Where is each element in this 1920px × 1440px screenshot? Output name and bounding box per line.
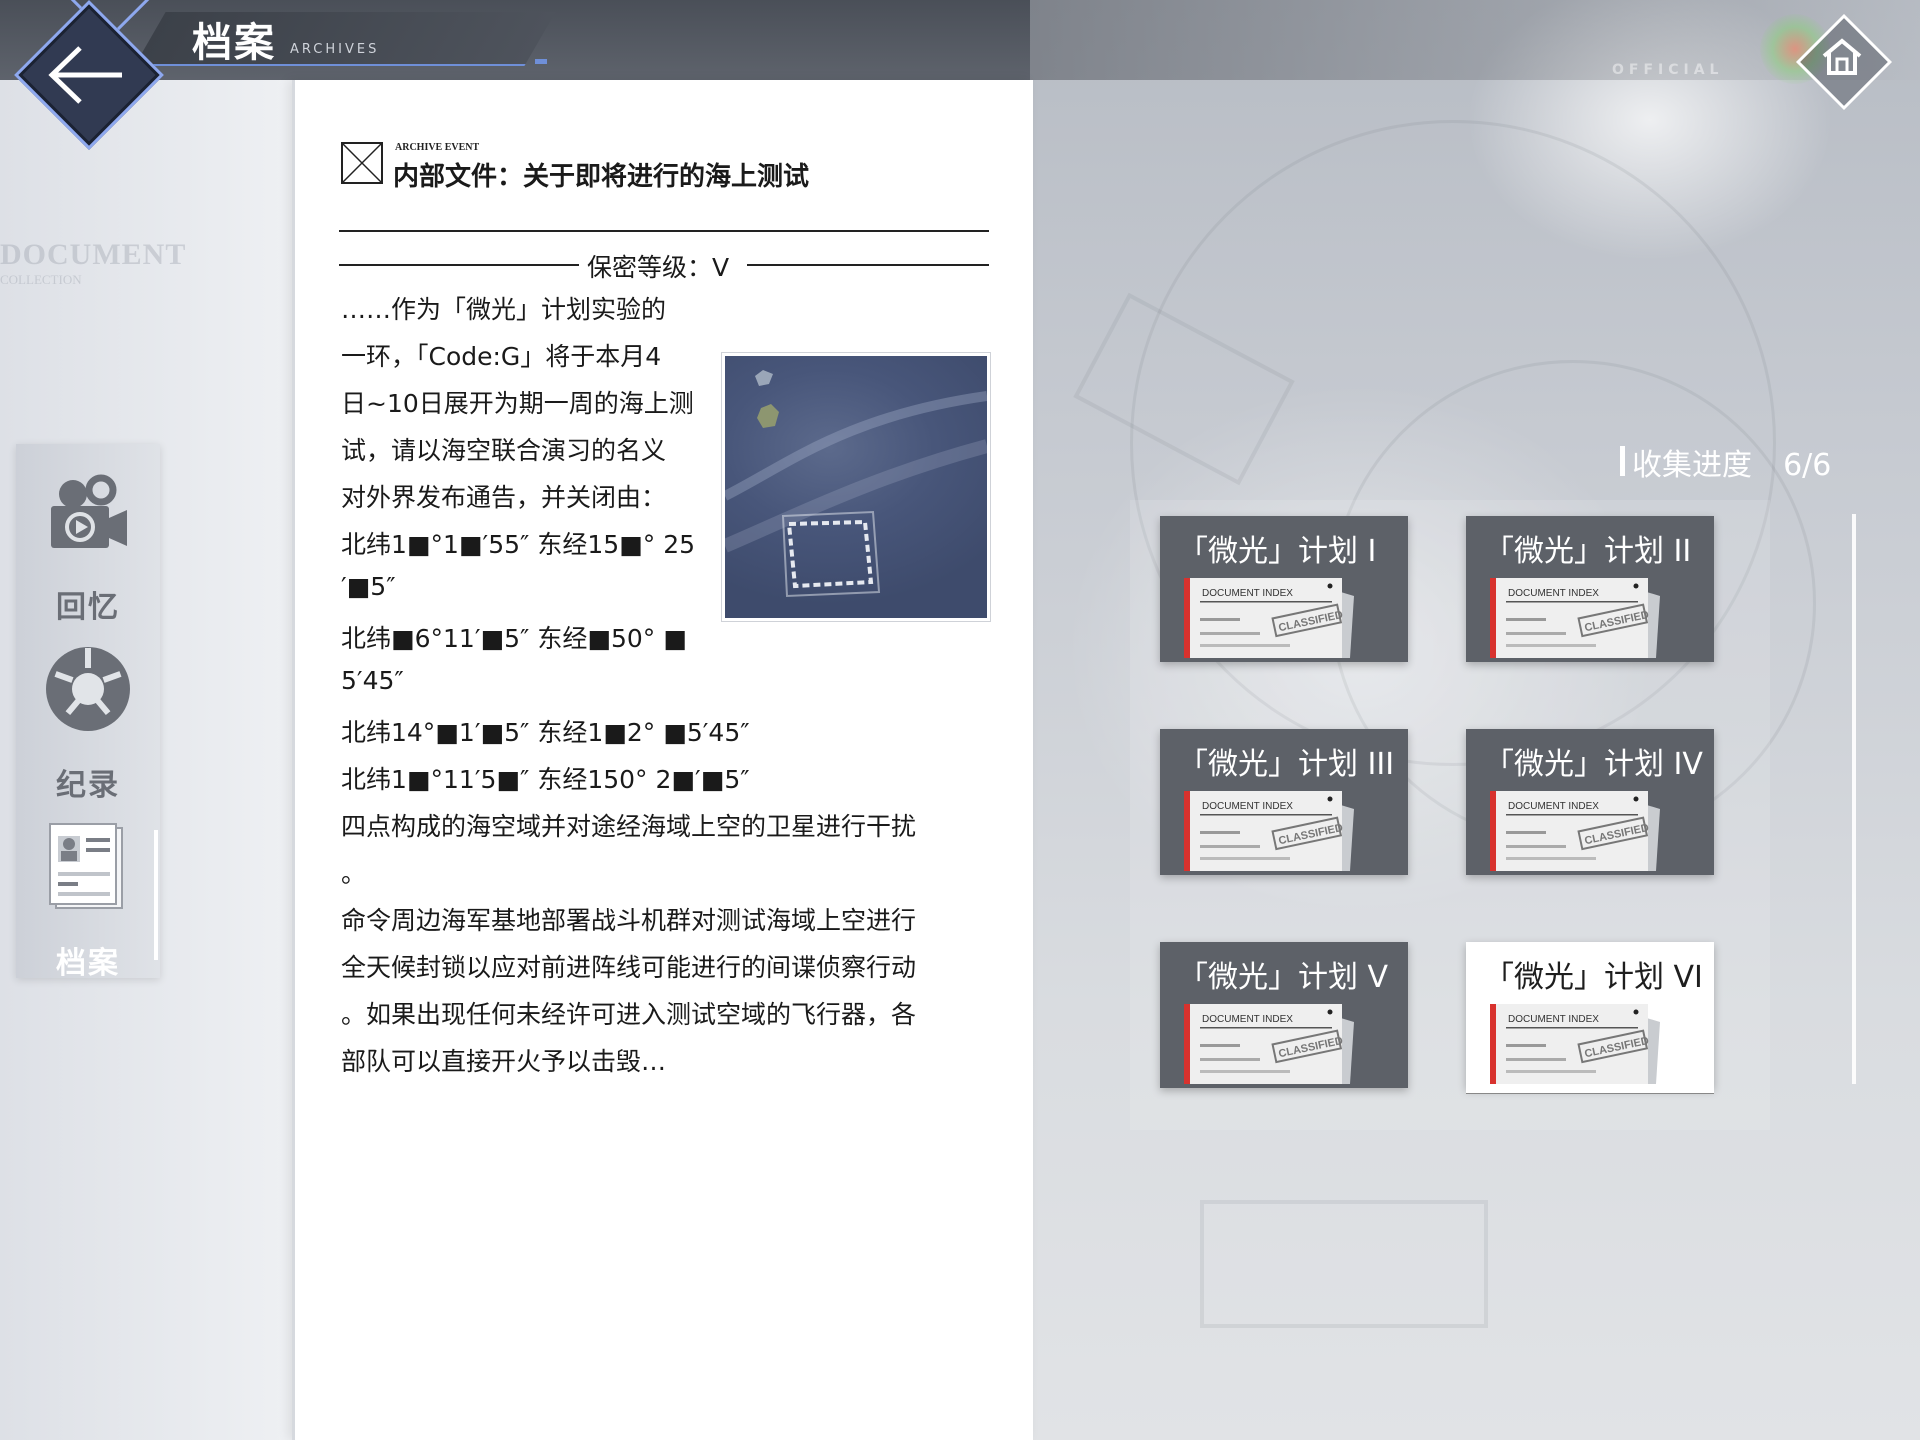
official-watermark: OFFICIAL [1612,62,1724,78]
classified-document-icon: DOCUMENT INDEX CLASSIFIED [1490,1004,1660,1084]
document-line: 部队可以直接开火予以击毁… [341,1047,667,1076]
archive-card[interactable]: 「微光」计划 II DOCUMENT INDEX CLASSIFIED [1466,516,1714,662]
back-button[interactable] [14,0,164,150]
archive-card[interactable]: 「微光」计划 I DOCUMENT INDEX CLASSIFIED [1160,516,1408,662]
home-button[interactable] [1760,8,1893,111]
nav-label-memories: 回忆 [56,590,120,625]
side-nav: 回忆 纪录 档案 [16,444,160,981]
film-reel-icon [46,647,130,731]
collection-progress: 收集进度 6/6 [1632,440,1831,484]
progress-value: 6/6 [1783,448,1832,483]
page-title: 档案 [192,20,276,66]
progress-label: 收集进度 [1632,448,1752,483]
archive-card[interactable]: 「微光」计划 III DOCUMENT INDEX CLASSIFIED [1160,729,1408,875]
document-line: 。如果出现任何未经许可进入测试空域的飞行器，各 [341,1000,917,1029]
card-list-scrollbar[interactable] [1852,514,1856,1084]
document-line: ……作为「微光」计划实验的 [341,295,667,324]
document-icon [49,823,123,909]
archive-card-selected[interactable]: 「微光」计划 VI DOCUMENT INDEX CLASSIFIED [1466,942,1714,1093]
document-line: 。 [341,859,367,888]
page-subtitle: ARCHIVES [290,42,380,57]
paper-heading: DOCUMENT INDEX [1508,588,1599,599]
document-line: 一环，「Code:G」将于本月4 [341,342,662,371]
nav-item-archives[interactable]: 档案 [16,820,160,990]
document-panel: ARCHIVE EVENT 内部文件：关于即将进行的海上测试 保密等级：V ……… [292,80,1033,1440]
paper-heading: DOCUMENT INDEX [1202,801,1293,812]
nav-active-indicator [154,830,158,960]
bg-panel-decor [1200,1200,1488,1328]
card-title: 「微光」计划 IV [1484,747,1703,782]
document-line: 北纬1■°1■′55″ 东经15■° 25 [341,530,696,559]
ghost-subtitle: COLLECTION [0,272,82,287]
security-divider-right [747,264,989,266]
archive-event-label: ARCHIVE EVENT [395,142,480,153]
document-line: 北纬■6°11′■5″ 东经■50° ■ [341,624,687,653]
card-title: 「微光」计划 II [1484,534,1692,569]
satellite-photo-image [725,370,987,598]
camera-icon [51,474,127,548]
home-icon [1822,38,1862,75]
document-title: 内部文件：关于即将进行的海上测试 [393,162,810,192]
card-title: 「微光」计划 I [1178,534,1377,569]
paper-heading: DOCUMENT INDEX [1508,801,1599,812]
title-divider [339,230,989,232]
nav-item-memories[interactable]: 回忆 [16,464,160,634]
arrow-left-icon [48,46,122,104]
ghost-title: DOCUMENT [0,238,187,271]
paper-heading: DOCUMENT INDEX [1202,1014,1293,1025]
archive-card[interactable]: 「微光」计划 IV DOCUMENT INDEX CLASSIFIED [1466,729,1714,875]
image-placeholder-icon [341,142,383,184]
document-line: 全天候封锁以应对前进阵线可能进行的间谍侦察行动 [341,953,917,982]
document-line: 四点构成的海空域并对途经海域上空的卫星进行干扰 [341,812,917,841]
nav-item-records[interactable]: 纪录 [16,642,160,812]
classified-document-icon: DOCUMENT INDEX CLASSIFIED [1184,1004,1354,1084]
classified-document-icon: DOCUMENT INDEX CLASSIFIED [1184,791,1354,871]
security-divider-left [339,264,579,266]
security-level: 保密等级：V [587,253,730,282]
document-line: ′■5″ [341,572,396,601]
card-title: 「微光」计划 III [1178,747,1395,782]
document-line: 北纬1■°11′5■″ 东经150° 2■′■5″ [341,765,750,794]
progress-marker [1620,446,1625,476]
classified-document-icon: DOCUMENT INDEX CLASSIFIED [1184,578,1354,658]
header-accent [535,59,547,64]
document-line: 试，请以海空联合演习的名义 [341,436,667,465]
card-title: 「微光」计划 VI [1484,960,1703,995]
document-line: 命令周边海军基地部署战斗机群对测试海域上空进行 [341,906,917,935]
card-title: 「微光」计划 V [1178,960,1389,995]
document-line: 对外界发布通告，并关闭由： [341,483,667,512]
classified-document-icon: DOCUMENT INDEX CLASSIFIED [1490,791,1660,871]
document-line: 5′45″ [341,666,404,695]
archive-card[interactable]: 「微光」计划 V DOCUMENT INDEX CLASSIFIED [1160,942,1408,1088]
paper-heading: DOCUMENT INDEX [1202,588,1293,599]
paper-heading: DOCUMENT INDEX [1508,1014,1599,1025]
document-line: 日~10日展开为期一周的海上测 [341,389,694,418]
classified-document-icon: DOCUMENT INDEX CLASSIFIED [1490,578,1660,658]
selected-card-underline [1466,1088,1714,1093]
satellite-photo [722,353,990,621]
nav-label-archives: 档案 [56,946,120,981]
document-line: 北纬14°■1′■5″ 东经1■2° ■5′45″ [341,718,750,747]
nav-label-records: 纪录 [56,768,120,803]
